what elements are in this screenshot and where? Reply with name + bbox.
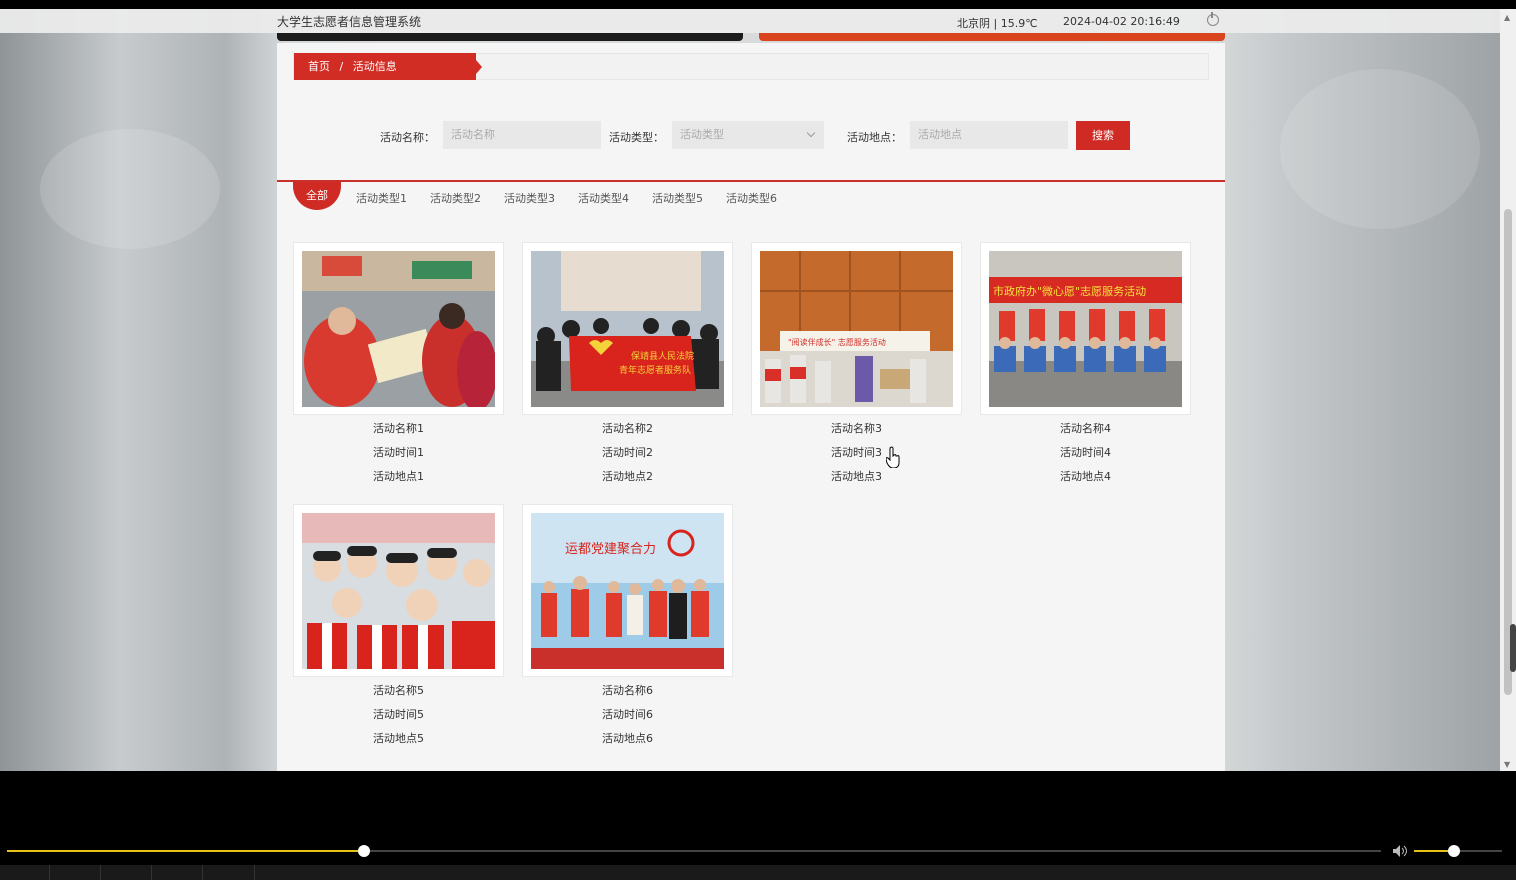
chevron-down-icon xyxy=(806,128,816,138)
search-form: 活动名称： 活动名称 活动类型： 活动类型 活动地点： 活动地点 搜索 xyxy=(277,121,1225,151)
tab-type-3[interactable]: 活动类型3 xyxy=(504,190,555,206)
control-button[interactable] xyxy=(152,865,203,880)
tab-type-5[interactable]: 活动类型5 xyxy=(652,190,703,206)
activity-image-frame xyxy=(293,242,504,415)
activity-place-input[interactable]: 活动地点 xyxy=(910,121,1068,149)
tab-type-6[interactable]: 活动类型6 xyxy=(726,190,777,206)
activity-card[interactable]: 活动名称5 活动时间5 活动地点5 xyxy=(293,504,504,751)
activity-card[interactable]: "阅读伴成长" 志愿服务活动 活动名称3 活动时间3 活动地点3 xyxy=(751,242,962,489)
background-decoration xyxy=(40,129,220,249)
breadcrumb-current: 活动信息 xyxy=(352,60,397,73)
activity-image-frame: 市政府办"微心愿"志愿服务活动 xyxy=(980,242,1191,415)
breadcrumb-separator: / xyxy=(339,60,344,73)
activity-card[interactable]: 保靖县人民法院 青年志愿者服务队 活动名称2 活动时间2 活动地点2 xyxy=(522,242,733,489)
browser-viewport: 大学生志愿者信息管理系统 北京阴 | 15.9℃ 2024-04-02 20:1… xyxy=(0,9,1500,771)
activity-time: 活动时间6 xyxy=(602,708,653,721)
banner-text: 运都党建聚合力 xyxy=(565,542,656,557)
power-icon[interactable] xyxy=(1207,12,1219,26)
banner-text: "阅读伴成长" 志愿服务活动 xyxy=(788,337,886,347)
volume-icon[interactable] xyxy=(1392,844,1408,858)
tab-type-1[interactable]: 活动类型1 xyxy=(356,190,407,206)
activity-name-input[interactable]: 活动名称 xyxy=(443,121,601,149)
weather-info: 北京阴 | 15.9℃ xyxy=(957,17,1038,30)
activity-card[interactable]: 市政府办"微心愿"志愿服务活动 活动名称4 活动时间4 活动地点4 xyxy=(980,242,1191,489)
seek-knob[interactable] xyxy=(358,845,371,857)
main-content: 首页 / 活动信息 活动名称： 活动名称 活动类型： 活动类型 活动地点： 活动… xyxy=(277,43,1225,771)
activity-time: 活动时间3 xyxy=(831,446,882,459)
scroll-thumb[interactable] xyxy=(1504,209,1512,695)
activity-type-select[interactable]: 活动类型 xyxy=(672,121,824,149)
background-decoration xyxy=(1280,69,1480,229)
activity-photo[interactable] xyxy=(302,251,495,407)
activity-photo[interactable]: 运都党建聚合力 xyxy=(531,513,724,669)
activity-name: 活动名称2 xyxy=(602,422,653,435)
category-tabs: 全部 活动类型1 活动类型2 活动类型3 活动类型4 活动类型5 活动类型6 xyxy=(293,182,1193,212)
control-strip xyxy=(0,865,1516,880)
seek-bar[interactable] xyxy=(7,845,1381,857)
activity-image-frame: 运都党建聚合力 xyxy=(522,504,733,677)
activity-time: 活动时间5 xyxy=(373,708,424,721)
activity-card[interactable]: 运都党建聚合力 活动名称6 活动时间6 活动地点6 xyxy=(522,504,733,751)
activity-type-placeholder: 活动类型 xyxy=(680,128,724,141)
breadcrumb: 首页 / 活动信息 xyxy=(294,53,482,80)
banner-text: 市政府办"微心愿"志愿服务活动 xyxy=(993,284,1146,298)
volume-knob[interactable] xyxy=(1447,845,1460,857)
activity-photo[interactable]: 保靖县人民法院 青年志愿者服务队 xyxy=(531,251,724,407)
activity-place: 活动地点4 xyxy=(1060,470,1111,483)
activity-place: 活动地点1 xyxy=(373,470,424,483)
activity-photo[interactable]: "阅读伴成长" 志愿服务活动 xyxy=(760,251,953,407)
seek-progress xyxy=(7,850,365,852)
activity-image-frame xyxy=(293,504,504,677)
activity-name-label: 活动名称： xyxy=(380,131,435,144)
activity-name: 活动名称3 xyxy=(831,422,882,435)
vertical-scrollbar[interactable]: ▲ ▼ xyxy=(1500,9,1516,771)
tab-type-2[interactable]: 活动类型2 xyxy=(430,190,481,206)
banner-right xyxy=(759,33,1225,41)
activity-image-frame: 保靖县人民法院 青年志愿者服务队 xyxy=(522,242,733,415)
activity-name: 活动名称6 xyxy=(602,684,653,697)
volume-slider[interactable] xyxy=(1414,845,1502,857)
activity-photo[interactable] xyxy=(302,513,495,669)
tab-all[interactable]: 全部 xyxy=(293,182,341,210)
activity-place: 活动地点3 xyxy=(831,470,882,483)
activity-place: 活动地点5 xyxy=(373,732,424,745)
activity-image-frame: "阅读伴成长" 志愿服务活动 xyxy=(751,242,962,415)
activity-place: 活动地点6 xyxy=(602,732,653,745)
activity-photo[interactable]: 市政府办"微心愿"志愿服务活动 xyxy=(989,251,1182,407)
activity-time: 活动时间2 xyxy=(602,446,653,459)
activity-type-label: 活动类型： xyxy=(609,131,664,144)
control-button[interactable] xyxy=(50,865,101,880)
activity-place: 活动地点2 xyxy=(602,470,653,483)
activity-place-label: 活动地点： xyxy=(847,131,902,144)
banner-text: 青年志愿者服务队 xyxy=(619,364,691,376)
tab-type-4[interactable]: 活动类型4 xyxy=(578,190,629,206)
activity-name: 活动名称4 xyxy=(1060,422,1111,435)
banner-left xyxy=(277,33,743,41)
activity-name: 活动名称1 xyxy=(373,422,424,435)
control-button[interactable] xyxy=(101,865,152,880)
activity-name: 活动名称5 xyxy=(373,684,424,697)
control-button[interactable] xyxy=(0,865,50,880)
control-button[interactable] xyxy=(203,865,255,880)
banner-text: 保靖县人民法院 xyxy=(631,350,694,362)
activity-card[interactable]: 活动名称1 活动时间1 活动地点1 xyxy=(293,242,504,489)
activity-time: 活动时间4 xyxy=(1060,446,1111,459)
hand-cursor-icon xyxy=(886,446,900,468)
search-button[interactable]: 搜索 xyxy=(1076,121,1130,150)
site-title: 大学生志愿者信息管理系统 xyxy=(277,15,422,29)
top-bar: 大学生志愿者信息管理系统 北京阴 | 15.9℃ 2024-04-02 20:1… xyxy=(0,9,1500,33)
breadcrumb-home[interactable]: 首页 xyxy=(308,60,330,73)
scroll-handle[interactable] xyxy=(1510,624,1516,672)
activity-time: 活动时间1 xyxy=(373,446,424,459)
scroll-down-icon[interactable]: ▼ xyxy=(1504,760,1510,769)
datetime: 2024-04-02 20:16:49 xyxy=(1063,15,1180,28)
video-player-controls xyxy=(0,771,1516,880)
scroll-up-icon[interactable]: ▲ xyxy=(1504,13,1510,22)
